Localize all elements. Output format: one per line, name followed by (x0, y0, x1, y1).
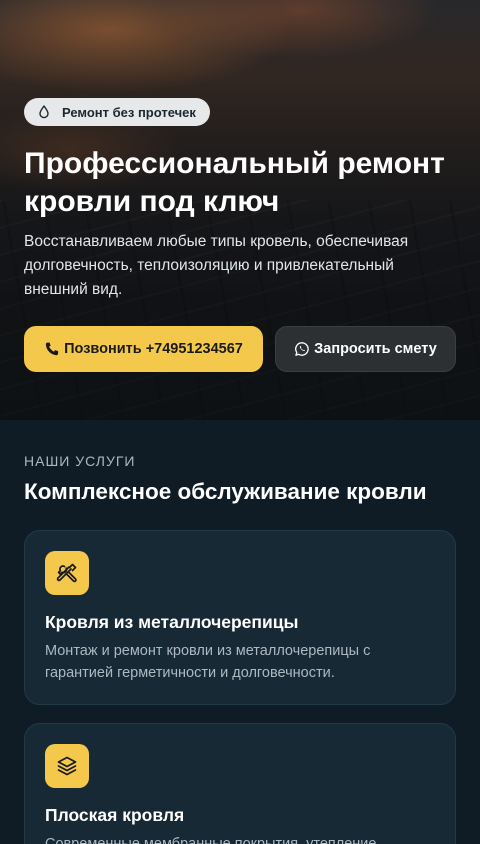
request-quote-button[interactable]: Запросить смету (275, 326, 456, 372)
hero-badge: Ремонт без протечек (24, 98, 210, 126)
services-eyebrow: НАШИ УСЛУГИ (24, 453, 136, 469)
tools-icon (45, 551, 89, 595)
drop-icon (36, 104, 52, 120)
whatsapp-icon (294, 341, 310, 357)
phone-icon (44, 341, 60, 357)
hero-badge-label: Ремонт без протечек (62, 104, 196, 120)
service-card-metal-tile[interactable]: Кровля из металлочерепицы Монтаж и ремон… (24, 530, 456, 705)
service-card-text: Современные мембранные покрытия, утеплен… (45, 836, 377, 844)
service-card-flat-roof[interactable]: Плоская кровля Современные мембранные по… (24, 723, 456, 844)
service-card-title: Кровля из металлочерепицы (45, 612, 299, 632)
hero-subtitle: Восстанавливаем любые типы кровель, обес… (24, 233, 409, 298)
service-card-title: Плоская кровля (45, 805, 185, 825)
layers-icon (45, 744, 89, 788)
call-button[interactable]: Позвонить +74951234567 (24, 326, 263, 372)
call-button-label: Позвонить +74951234567 (64, 341, 243, 357)
hero-title: Профессиональный ремонт кровли под ключ (24, 147, 445, 218)
services-title: Комплексное обслуживание кровли (24, 479, 427, 504)
service-card-text: Монтаж и ремонт кровли из металлочерепиц… (45, 643, 371, 681)
request-quote-label: Запросить смету (314, 341, 437, 357)
